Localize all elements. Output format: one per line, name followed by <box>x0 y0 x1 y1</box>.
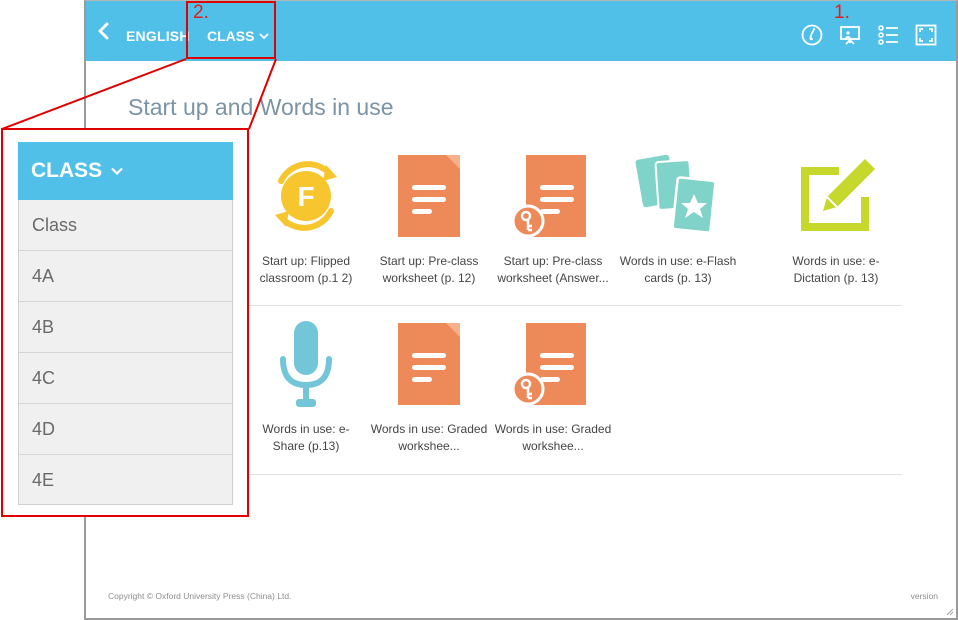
info-icon[interactable] <box>800 23 824 47</box>
tile-dictation[interactable]: Words in use: e-Dictation (p. 13) <box>773 151 899 287</box>
tile-label: Start up: Flipped classroom (p.1 2) <box>259 254 353 285</box>
class-dropdown-header-label: CLASS <box>31 159 103 182</box>
tile-label: Words in use: e-Share (p.13) <box>262 422 350 453</box>
tile-label: Words in use: Graded workshee... <box>494 422 612 453</box>
chevron-left-icon[interactable] <box>96 21 112 41</box>
class-option-4c[interactable]: 4C <box>19 353 232 404</box>
tile-graded-worksheet[interactable]: Words in use: Graded workshee... <box>366 319 492 455</box>
answer-key-worksheet-icon <box>511 155 586 238</box>
tile-flipped-classroom[interactable]: F Start up: Flipped classroom (p.1 2) <box>243 151 369 287</box>
class-dropdown-zoom: CLASS Class 4A 4B 4C 4D 4E <box>1 128 249 517</box>
flipped-classroom-icon: F <box>275 161 337 231</box>
class-dropdown-list: Class 4A 4B 4C 4D 4E <box>18 200 233 505</box>
worksheet-icon <box>398 323 460 405</box>
tile-label: Words in use: Graded workshee... <box>370 422 488 453</box>
page-title: Start up and Words in use <box>128 94 394 120</box>
svg-text:F: F <box>297 181 314 212</box>
class-option-4d[interactable]: 4D <box>19 404 232 455</box>
class-option-4a[interactable]: 4A <box>19 251 232 302</box>
toolbar-icons <box>800 23 938 47</box>
fullscreen-icon[interactable] <box>914 23 938 47</box>
tile-pre-class-worksheet[interactable]: Start up: Pre-class worksheet (p. 12) <box>366 151 492 287</box>
tile-label: Start up: Pre-class worksheet (p. 12) <box>379 254 479 285</box>
flash-cards-icon <box>635 154 717 234</box>
tile-graded-worksheet-answer[interactable]: Words in use: Graded workshee... <box>490 319 616 455</box>
tile-label: Words in use: e-Flash cards (p. 13) <box>619 254 737 285</box>
breadcrumb-english[interactable]: ENGLISH <box>126 28 190 44</box>
worksheet-icon <box>398 155 460 237</box>
answer-key-worksheet-icon <box>511 323 586 406</box>
copyright-text: Copyright © Oxford University Press (Chi… <box>108 591 292 601</box>
annotation-label-2: 2. <box>193 2 209 23</box>
tile-label: Start up: Pre-class worksheet (Answer... <box>497 254 609 285</box>
list-icon[interactable] <box>876 23 900 47</box>
class-option-4b[interactable]: 4B <box>19 302 232 353</box>
tile-flash-cards[interactable]: Words in use: e-Flash cards (p. 13) <box>615 151 741 287</box>
microphone-icon <box>280 321 332 407</box>
tile-label: Words in use: e-Dictation (p. 13) <box>792 254 880 285</box>
chevron-down-icon <box>111 167 123 176</box>
dictation-edit-icon <box>801 159 875 231</box>
tile-pre-class-worksheet-answer[interactable]: Start up: Pre-class worksheet (Answer... <box>490 151 616 287</box>
annotation-label-1: 1. <box>834 2 850 23</box>
presentation-icon[interactable] <box>838 23 862 47</box>
tile-e-share[interactable]: Words in use: e-Share (p.13) <box>243 319 369 455</box>
class-option[interactable]: Class <box>19 200 232 251</box>
resize-grip-icon[interactable] <box>944 606 954 616</box>
class-dropdown-header[interactable]: CLASS <box>18 142 233 200</box>
class-option-4e[interactable]: 4E <box>19 455 232 506</box>
version-text: version <box>910 591 938 601</box>
